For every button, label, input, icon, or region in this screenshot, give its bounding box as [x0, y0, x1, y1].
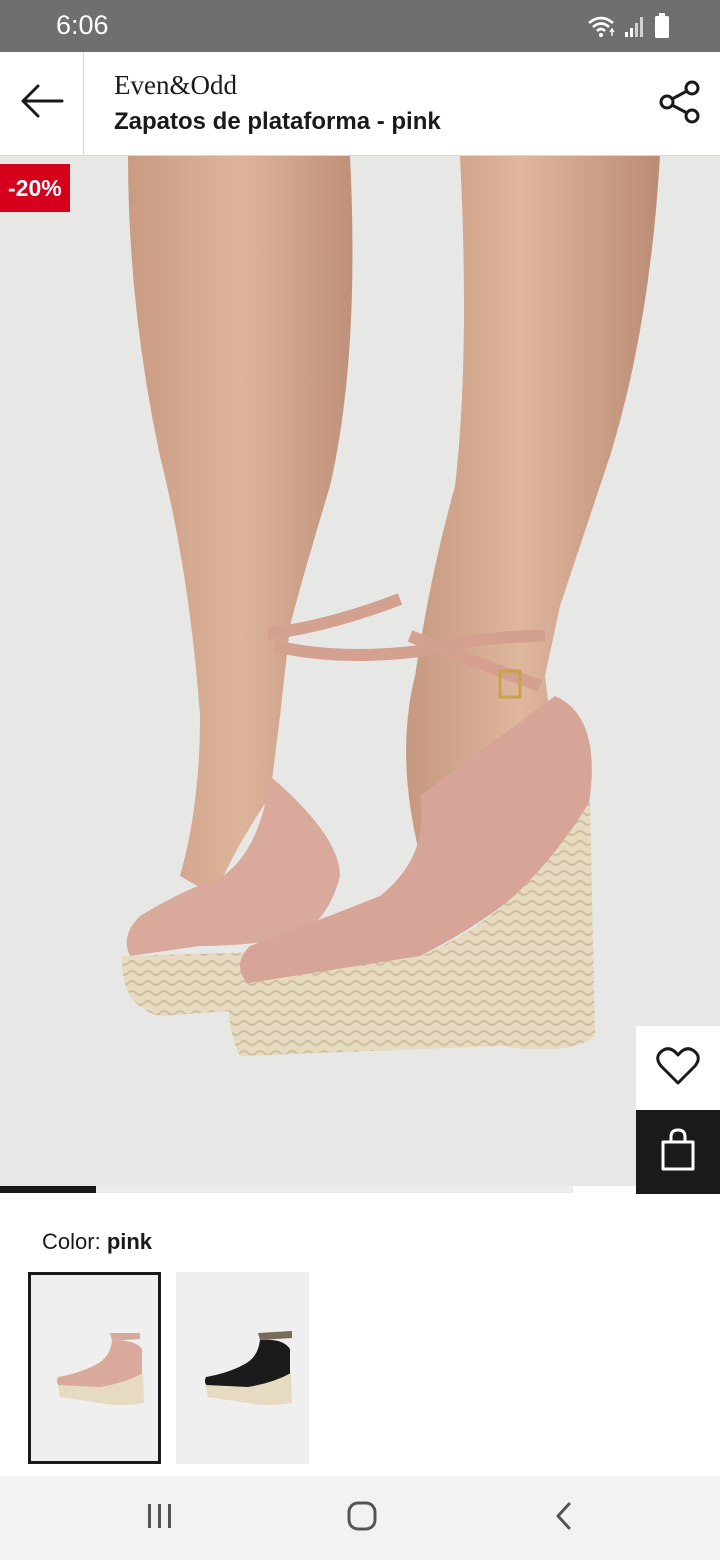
home-icon: [346, 1500, 378, 1537]
pink-shoe-thumbnail: [56, 1333, 144, 1405]
status-icons: [586, 12, 670, 40]
app-header: Even&Odd Zapatos de plataforma - pink: [0, 52, 720, 156]
product-image[interactable]: [0, 156, 720, 1186]
share-button[interactable]: [656, 80, 704, 128]
wishlist-button[interactable]: [636, 1026, 720, 1110]
carousel-progress: [0, 1186, 573, 1193]
discount-badge: -20%: [0, 164, 70, 212]
system-nav-bar: [0, 1476, 720, 1560]
color-label: Color:: [42, 1229, 101, 1254]
arrow-left-icon: [20, 83, 64, 124]
recent-apps-icon: [145, 1501, 175, 1536]
product-title: Zapatos de plataforma - pink: [114, 108, 441, 135]
color-swatch-black[interactable]: [176, 1272, 309, 1464]
back-button[interactable]: [0, 52, 84, 155]
signal-icon: [624, 14, 646, 38]
back-icon: [552, 1500, 576, 1537]
color-swatch-pink[interactable]: [28, 1272, 161, 1464]
shopping-bag-icon: [658, 1127, 698, 1177]
color-value: pink: [106, 1229, 153, 1254]
brand-name[interactable]: Even&Odd: [114, 70, 237, 101]
status-bar: 6:06: [0, 0, 720, 52]
share-icon: [657, 79, 703, 130]
status-time: 6:06: [56, 10, 109, 40]
wifi-icon: [586, 14, 616, 38]
product-photo: [0, 156, 720, 1186]
heart-icon: [656, 1046, 700, 1091]
black-shoe-thumbnail: [204, 1331, 292, 1405]
battery-icon: [654, 13, 670, 39]
add-to-bag-button[interactable]: [636, 1110, 720, 1194]
home-button[interactable]: [302, 1476, 422, 1560]
carousel-progress-fill: [0, 1186, 96, 1193]
recent-apps-button[interactable]: [100, 1476, 220, 1560]
color-label-row: Color: pink: [42, 1229, 152, 1255]
system-back-button[interactable]: [504, 1476, 624, 1560]
